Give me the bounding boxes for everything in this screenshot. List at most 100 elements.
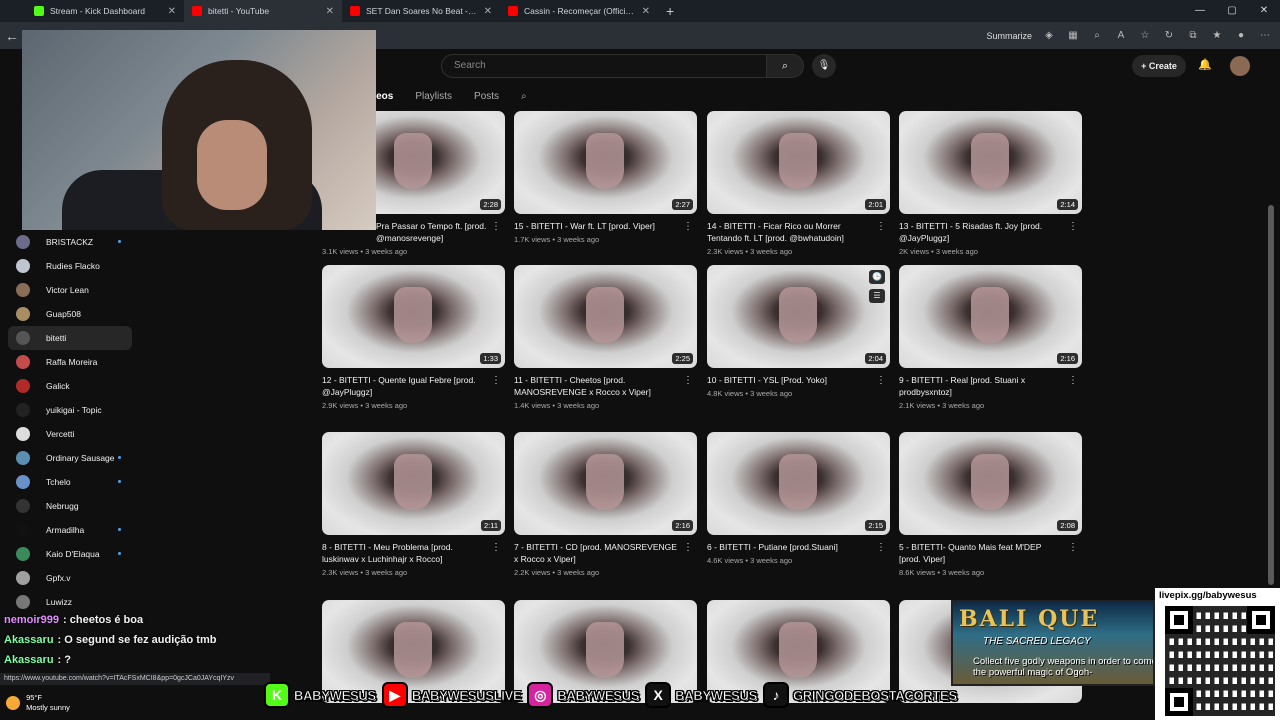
weather-widget[interactable]: 95°F Mostly sunny: [6, 693, 70, 713]
browser-tab[interactable]: bitetti - YouTube ✕: [184, 0, 342, 22]
sidebar-item[interactable]: Ordinary Sausage: [0, 446, 140, 470]
video-title[interactable]: 10 - BITETTI - YSL [Prod. Yoko]: [707, 374, 873, 386]
video-thumbnail[interactable]: 2:27: [514, 111, 697, 214]
notifications-bell-icon[interactable]: 🔔: [1198, 58, 1212, 71]
copilot-icon[interactable]: ◈: [1042, 30, 1056, 41]
zoom-icon[interactable]: ⌕: [1090, 30, 1104, 41]
apps-icon[interactable]: ▦: [1066, 30, 1080, 41]
video-card[interactable]: 2:08 5 - BITETTI- Quanto Mais feat M'DEP …: [899, 432, 1082, 577]
close-tab-icon[interactable]: ✕: [642, 6, 650, 17]
more-actions-icon[interactable]: ⋮: [683, 221, 693, 232]
collections-icon[interactable]: ★: [1210, 30, 1224, 41]
video-thumbnail[interactable]: 2:14: [899, 111, 1082, 214]
sidebar-item[interactable]: Vercetti: [0, 422, 140, 446]
browser-tab[interactable]: Stream - Kick Dashboard ✕: [26, 0, 184, 22]
refresh-icon[interactable]: ↻: [1162, 30, 1176, 41]
more-actions-icon[interactable]: ⋮: [1068, 375, 1078, 386]
create-button[interactable]: + Create: [1132, 55, 1186, 77]
sidebar-item[interactable]: yuikigai - Topic: [0, 398, 140, 422]
more-icon[interactable]: ⋯: [1258, 30, 1272, 41]
video-thumbnail[interactable]: 2:04 🕒 ☰: [707, 265, 890, 368]
video-card[interactable]: 2:01 14 - BITETTI - Ficar Rico ou Morrer …: [707, 111, 890, 256]
video-card[interactable]: 2:16 9 - BITETTI - Real [prod. Stuani x p…: [899, 265, 1082, 410]
more-actions-icon[interactable]: ⋮: [491, 375, 501, 386]
more-actions-icon[interactable]: ⋮: [491, 542, 501, 553]
browser-tab[interactable]: SET Dan Soares No Beat - MC'S G ✕: [342, 0, 500, 22]
maximize-icon[interactable]: ▢: [1216, 0, 1248, 22]
upload-age: 3 weeks ago: [750, 556, 793, 565]
sidebar-item[interactable]: Tchelo: [0, 470, 140, 494]
sidebar-item[interactable]: Rudies Flacko: [0, 254, 140, 278]
video-thumbnail[interactable]: 2:16: [899, 265, 1082, 368]
video-title[interactable]: 8 - BITETTI - Meu Problema [prod. luskin…: [322, 541, 488, 565]
sidebar-item[interactable]: BRISTACKZ: [0, 230, 140, 254]
video-thumbnail[interactable]: 2:01: [707, 111, 890, 214]
search-button[interactable]: ⌕: [766, 54, 804, 78]
page-scrollbar[interactable]: [1268, 205, 1274, 585]
video-title[interactable]: 6 - BITETTI - Putiane [prod.Stuani]: [707, 541, 873, 553]
avatar[interactable]: [1230, 56, 1250, 76]
favorite-icon[interactable]: ☆: [1138, 30, 1152, 41]
sidebar-item[interactable]: Guap508: [0, 302, 140, 326]
close-window-icon[interactable]: ✕: [1248, 0, 1280, 22]
video-card[interactable]: 2:25 11 - BITETTI - Cheetos [prod. MANOSR…: [514, 265, 697, 410]
add-to-queue-icon[interactable]: ☰: [869, 289, 885, 303]
mic-icon: 🎙: [817, 60, 831, 71]
video-title[interactable]: 13 - BITETTI - 5 Risadas ft. Joy [prod. …: [899, 220, 1065, 244]
video-title[interactable]: 12 - BITETTI - Quente Igual Febre [prod.…: [322, 374, 488, 398]
tab-posts[interactable]: Posts: [474, 91, 499, 102]
summarize-button[interactable]: Summarize: [986, 31, 1032, 41]
sidebar-item[interactable]: bitetti: [8, 326, 132, 350]
new-tab-button[interactable]: +: [658, 3, 682, 19]
more-actions-icon[interactable]: ⋮: [876, 375, 886, 386]
sidebar-item[interactable]: Galick: [0, 374, 140, 398]
read-aloud-icon[interactable]: A: [1114, 30, 1128, 41]
watch-later-icon[interactable]: 🕒: [869, 270, 885, 284]
video-card[interactable]: 2:14 13 - BITETTI - 5 Risadas ft. Joy [pr…: [899, 111, 1082, 256]
sidebar-item[interactable]: Kaio D'Elaqua: [0, 542, 140, 566]
video-title[interactable]: 11 - BITETTI - Cheetos [prod. MANOSREVEN…: [514, 374, 680, 398]
video-card[interactable]: 1:33 12 - BITETTI - Quente Igual Febre [p…: [322, 265, 505, 410]
minimize-icon[interactable]: —: [1184, 0, 1216, 22]
video-title[interactable]: 5 - BITETTI- Quanto Mais feat M'DEP [pro…: [899, 541, 1065, 565]
video-title[interactable]: 14 - BITETTI - Ficar Rico ou Morrer Tent…: [707, 220, 873, 244]
extensions-icon[interactable]: ⧉: [1186, 30, 1200, 41]
back-icon[interactable]: ←: [0, 28, 24, 44]
more-actions-icon[interactable]: ⋮: [1068, 542, 1078, 553]
video-thumbnail[interactable]: 2:16: [514, 432, 697, 535]
video-title[interactable]: 7 - BITETTI - CD [prod. MANOSREVENGE x R…: [514, 541, 680, 565]
profile-icon[interactable]: ●: [1234, 30, 1248, 41]
social-handle-text: BABYWESUS: [557, 687, 640, 703]
video-card[interactable]: 2:27 15 - BITETTI - War ft. LT [prod. Vip…: [514, 111, 697, 244]
video-card[interactable]: 2:04 🕒 ☰ 10 - BITETTI - YSL [Prod. Yoko] 4…: [707, 265, 890, 398]
video-title[interactable]: 9 - BITETTI - Real [prod. Stuani x prodb…: [899, 374, 1065, 398]
close-tab-icon[interactable]: ✕: [326, 6, 334, 17]
more-actions-icon[interactable]: ⋮: [876, 221, 886, 232]
video-thumbnail[interactable]: 1:33: [322, 265, 505, 368]
more-actions-icon[interactable]: ⋮: [876, 542, 886, 553]
sidebar-item[interactable]: Armadilha: [0, 518, 140, 542]
channel-search-icon[interactable]: ⌕: [521, 91, 527, 102]
more-actions-icon[interactable]: ⋮: [683, 542, 693, 553]
video-card[interactable]: 2:16 7 - BITETTI - CD [prod. MANOSREVENGE…: [514, 432, 697, 577]
video-card[interactable]: 2:11 8 - BITETTI - Meu Problema [prod. lu…: [322, 432, 505, 577]
video-thumbnail[interactable]: 2:11: [322, 432, 505, 535]
more-actions-icon[interactable]: ⋮: [491, 221, 501, 232]
close-tab-icon[interactable]: ✕: [168, 6, 176, 17]
more-actions-icon[interactable]: ⋮: [683, 375, 693, 386]
mic-button[interactable]: 🎙: [812, 54, 836, 78]
sidebar-item[interactable]: Nebrugg: [0, 494, 140, 518]
video-thumbnail[interactable]: 2:25: [514, 265, 697, 368]
tab-playlists[interactable]: Playlists: [415, 91, 452, 102]
video-title[interactable]: 15 - BITETTI - War ft. LT [prod. Viper]: [514, 220, 680, 232]
close-tab-icon[interactable]: ✕: [484, 6, 492, 17]
sidebar-item[interactable]: Victor Lean: [0, 278, 140, 302]
sidebar-item[interactable]: Raffa Moreira: [0, 350, 140, 374]
video-thumbnail[interactable]: 2:15: [707, 432, 890, 535]
video-thumbnail[interactable]: 2:08: [899, 432, 1082, 535]
more-actions-icon[interactable]: ⋮: [1068, 221, 1078, 232]
browser-tab[interactable]: Cassin - Recomeçar (Official Visu ✕: [500, 0, 658, 22]
search-input[interactable]: Search: [441, 54, 767, 78]
sidebar-item[interactable]: Gpfx.v: [0, 566, 140, 590]
video-card[interactable]: 2:15 6 - BITETTI - Putiane [prod.Stuani] …: [707, 432, 890, 565]
